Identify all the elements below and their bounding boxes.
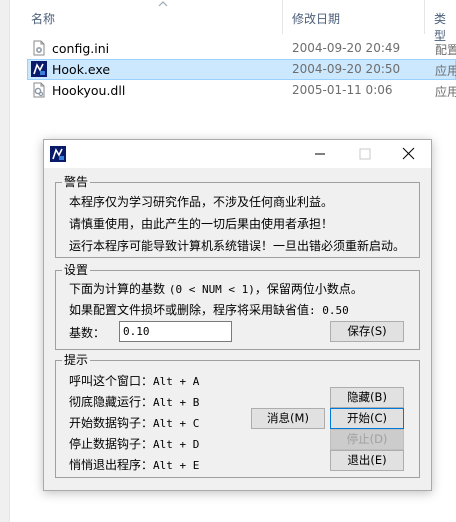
hide-button[interactable]: 隐藏(B) — [330, 387, 404, 408]
warning-group: 警告 本程序仅为学习研究作品，不涉及任何商业利益。 请慎重使用，由此产生的一切后… — [55, 175, 420, 258]
warning-line: 本程序仅为学习研究作品，不涉及任何商业利益。 — [69, 195, 334, 209]
app-icon — [50, 146, 66, 162]
hook-dialog-window: 警告 本程序仅为学习研究作品，不涉及任何商业利益。 请慎重使用，由此产生的一切后… — [43, 139, 432, 491]
file-modified: 2004-09-20 20:49 — [292, 41, 401, 55]
left-scroll-strip — [0, 0, 10, 522]
hotkey-keys: Alt + E — [153, 459, 200, 472]
warning-group-label: 警告 — [62, 175, 91, 189]
hotkey-hint: 呼叫这个窗口：Alt + A — [69, 372, 199, 389]
file-type: 应用 — [435, 64, 456, 78]
column-header-name[interactable]: 名称 — [31, 10, 55, 27]
column-divider[interactable] — [282, 0, 283, 34]
column-header-modified[interactable]: 修改日期 — [292, 10, 340, 27]
settings-default-part: 如果配置文件损坏或删除，程序将采用缺省值 — [69, 303, 310, 317]
column-divider[interactable] — [424, 0, 425, 34]
start-button[interactable]: 开始(C) — [330, 408, 404, 429]
hotkey-action: 悄悄退出程序： — [69, 458, 154, 472]
file-row-hook-exe[interactable]: Hook.exe 2004-09-20 20:50 应用 — [27, 59, 456, 80]
file-row-hookyou-dll[interactable]: Hookyou.dll 2005-01-11 0:06 应用 — [27, 80, 456, 101]
dialog-titlebar[interactable] — [44, 140, 431, 168]
hints-group: 提示 呼叫这个窗口：Alt + A 彻底隐藏运行：Alt + B 开始数据钩子：… — [55, 353, 420, 478]
ini-file-icon — [33, 40, 45, 56]
settings-group: 设置 下面为计算的基数 (0 < NUM < 1)，保留两位小数点。 如果配置文… — [55, 263, 420, 350]
warning-line: 运行本程序可能导致计算机系统错误！一旦出错必须重新启动。 — [69, 239, 406, 253]
base-label: 基数： — [69, 326, 106, 340]
stop-button: 停止(D) — [330, 429, 404, 450]
settings-description: 下面为计算的基数 (0 < NUM < 1)，保留两位小数点。 — [69, 280, 363, 297]
file-type: 应用 — [435, 85, 456, 99]
hotkey-action: 开始数据钩子： — [69, 416, 154, 430]
settings-default-value: : 0.50 — [309, 304, 349, 317]
hotkey-hint: 停止数据钩子：Alt + D — [69, 435, 199, 452]
exe-app-icon — [31, 61, 47, 77]
settings-default-note: 如果配置文件损坏或删除，程序将采用缺省值: 0.50 — [69, 301, 349, 318]
file-name: config.ini — [52, 41, 110, 56]
maximize-icon[interactable] — [342, 140, 387, 168]
file-row-config[interactable]: config.ini 2004-09-20 20:49 配置 — [27, 38, 456, 59]
hotkey-keys: Alt + C — [153, 417, 200, 430]
message-button[interactable]: 消息(M) — [251, 408, 325, 429]
file-name: Hook.exe — [52, 62, 111, 77]
file-modified: 2004-09-20 20:50 — [292, 62, 401, 76]
settings-group-label: 设置 — [62, 263, 91, 277]
hints-group-label: 提示 — [62, 353, 91, 367]
dll-file-icon — [33, 82, 45, 98]
hotkey-hint: 彻底隐藏运行：Alt + B — [69, 393, 199, 410]
sort-ascending-icon[interactable] — [158, 0, 168, 8]
settings-desc-part: 下面为计算的基数 — [69, 282, 169, 296]
file-type: 配置 — [435, 43, 456, 57]
hotkey-hint: 悄悄退出程序：Alt + E — [69, 456, 199, 473]
minimize-icon[interactable] — [297, 140, 342, 168]
hotkey-keys: Alt + D — [153, 438, 200, 451]
file-modified: 2005-01-11 0:06 — [292, 83, 393, 97]
file-list-header: 名称 修改日期 类型 — [9, 0, 456, 43]
save-button[interactable]: 保存(S) — [330, 321, 404, 342]
base-input[interactable] — [119, 321, 232, 342]
hotkey-keys: Alt + B — [153, 396, 200, 409]
file-name: Hookyou.dll — [52, 83, 126, 98]
hotkey-action: 停止数据钩子： — [69, 437, 154, 451]
hotkey-hint: 开始数据钩子：Alt + C — [69, 414, 199, 431]
settings-desc-part: ，保留两位小数点。 — [254, 282, 363, 296]
settings-range: (0 < NUM < 1) — [168, 283, 255, 296]
close-icon[interactable] — [386, 140, 431, 168]
hotkey-action: 彻底隐藏运行： — [69, 395, 154, 409]
exit-button[interactable]: 退出(E) — [330, 450, 404, 471]
warning-line: 请慎重使用，由此产生的一切后果由使用者承担！ — [69, 217, 334, 231]
hotkey-keys: Alt + A — [153, 375, 200, 388]
hotkey-action: 呼叫这个窗口： — [69, 374, 154, 388]
